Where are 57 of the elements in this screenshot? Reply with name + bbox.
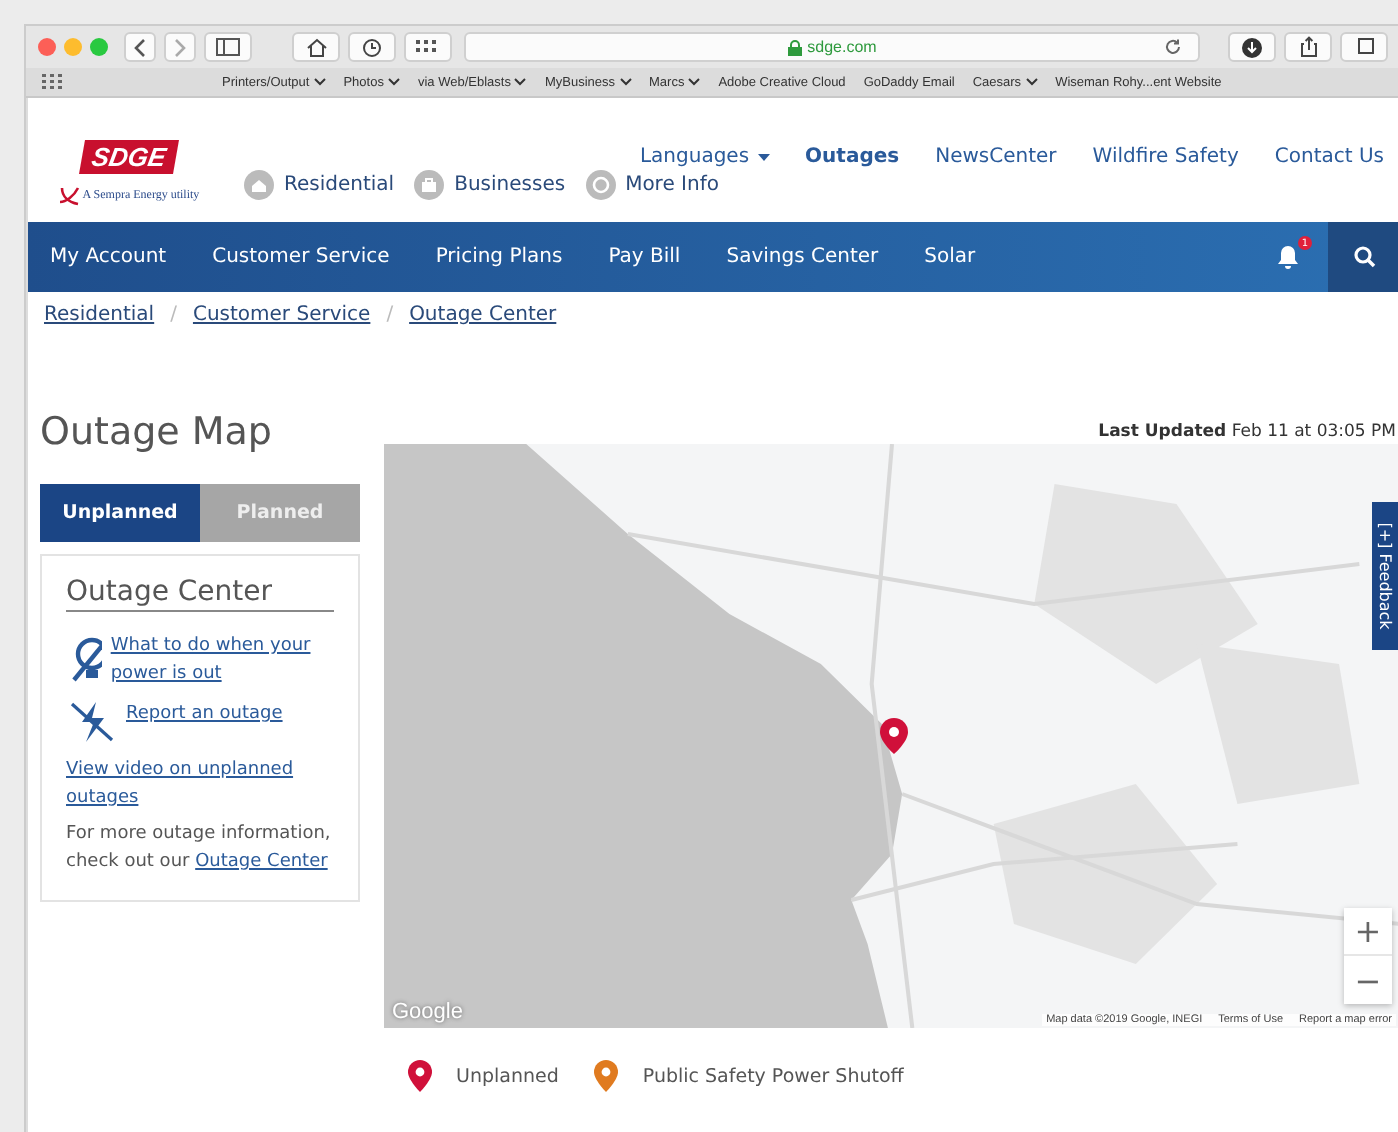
map-logo: Google <box>392 1000 463 1024</box>
unplugged-bulb-icon <box>66 632 103 684</box>
clock-icon[interactable] <box>348 32 396 62</box>
legend-label: Unplanned <box>456 1065 559 1087</box>
audience-link[interactable]: Residential <box>244 170 395 200</box>
briefcase-icon <box>414 170 445 200</box>
legend-label: Public Safety Power Shutoff <box>642 1065 904 1087</box>
tabs-icon[interactable] <box>1340 32 1388 62</box>
card-title: Outage Center <box>66 576 334 612</box>
home-icon[interactable] <box>292 32 340 62</box>
info-icon <box>585 170 616 200</box>
reload-icon[interactable] <box>1164 38 1182 56</box>
nav-item[interactable]: Solar <box>924 246 976 268</box>
nav-item[interactable]: Pay Bill <box>608 246 681 268</box>
search-icon <box>1353 246 1375 268</box>
top-link[interactable]: NewsCenter <box>935 146 1057 168</box>
home-icon <box>244 170 274 200</box>
download-icon[interactable] <box>1228 32 1276 62</box>
info-text: For more outage information, check out our Outage Center <box>66 822 333 876</box>
feedback-tab[interactable]: [+] Feedback <box>1372 502 1398 650</box>
outage-tab[interactable]: Unplanned <box>40 484 200 542</box>
outage-center-link[interactable]: Outage Center <box>195 852 328 872</box>
top-link[interactable]: Wildfire Safety <box>1092 146 1239 168</box>
last-updated: Last Updated Feb 11 at 03:05 PM <box>1098 422 1396 446</box>
breadcrumb-link[interactable]: Outage Center <box>409 304 557 326</box>
top-link[interactable]: Contact Us <box>1274 146 1384 168</box>
audience-link[interactable]: More Info <box>585 170 719 200</box>
search-button[interactable] <box>1328 222 1398 292</box>
back-icon[interactable] <box>124 32 156 62</box>
bell-icon[interactable] <box>1276 244 1300 270</box>
help-link[interactable]: Report an outage <box>126 700 283 728</box>
share-icon[interactable] <box>1284 32 1332 62</box>
help-link[interactable]: What to do when your power is out <box>110 632 334 688</box>
breadcrumb-link[interactable]: Residential <box>44 304 155 326</box>
nav-item[interactable]: Pricing Plans <box>435 246 563 268</box>
sdge-logo[interactable]: SDGE <box>78 140 178 174</box>
nav-item[interactable]: Customer Service <box>212 246 390 268</box>
apps-grid-icon[interactable] <box>42 74 66 90</box>
breadcrumb-separator: / <box>170 304 177 326</box>
sidebar-icon[interactable] <box>204 32 252 62</box>
grid-icon[interactable] <box>404 32 452 62</box>
flame-icon <box>56 186 81 206</box>
zoom-in-button[interactable]: + <box>1344 908 1392 956</box>
top-link[interactable]: Languages <box>639 146 770 168</box>
map-pin[interactable] <box>880 718 908 754</box>
audience-link[interactable]: Businesses <box>414 170 566 200</box>
lightning-cross-icon <box>66 700 118 744</box>
address-bar[interactable]: sdge.com <box>464 32 1200 62</box>
nav-item[interactable]: My Account <box>50 246 167 268</box>
lock-icon <box>787 39 802 55</box>
video-link[interactable]: View video on unplanned outages <box>66 756 334 812</box>
zoom-out-button[interactable]: − <box>1344 956 1392 1004</box>
breadcrumb-separator: / <box>386 304 394 326</box>
nav-item[interactable]: Savings Center <box>726 246 879 268</box>
page-title: Outage Map <box>40 410 272 454</box>
breadcrumb-link[interactable]: Customer Service <box>192 304 371 326</box>
top-link[interactable]: Outages <box>805 146 900 168</box>
